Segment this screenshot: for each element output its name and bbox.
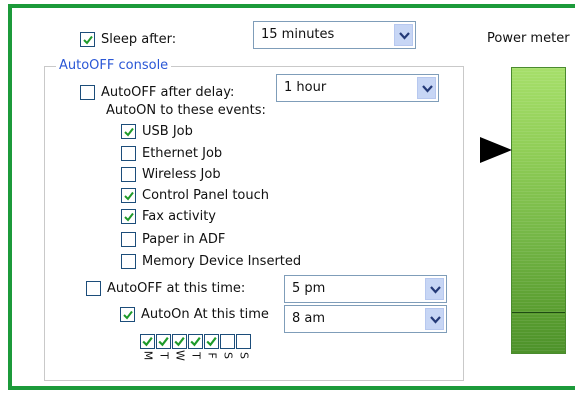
autooff-after-delay-checkbox[interactable] [80, 85, 95, 100]
autooff-at-time-checkbox[interactable] [86, 281, 101, 296]
chevron-down-icon[interactable] [394, 24, 413, 46]
event-paper-in-adf-label: Paper in ADF [142, 232, 226, 247]
event-usb-job-label: USB Job [142, 124, 193, 139]
day-label-saturday: S [221, 352, 235, 359]
sleep-after-select[interactable]: 15 minutes [253, 21, 416, 49]
event-wireless-job-label: Wireless Job [142, 167, 221, 182]
day-label-thursday: T [189, 352, 203, 359]
day-label-monday: M [141, 350, 155, 361]
day-tuesday-checkbox[interactable] [156, 334, 171, 349]
check-icon [158, 337, 169, 347]
day-sunday-checkbox[interactable] [236, 334, 251, 349]
day-thursday-checkbox[interactable] [188, 334, 203, 349]
sleep-after-value: 15 minutes [261, 27, 335, 42]
autooff-at-time-label: AutoOFF at this time: [107, 281, 246, 296]
day-saturday-checkbox[interactable] [220, 334, 235, 349]
day-label-sunday: S [237, 352, 251, 359]
event-memory-device-inserted-checkbox[interactable] [121, 254, 136, 269]
power-meter-bar [511, 67, 566, 354]
autooff-console-legend: AutoOFF console [56, 58, 172, 74]
day-label-friday: F [205, 352, 219, 359]
check-icon [83, 35, 93, 45]
event-control-panel-touch-label: Control Panel touch [142, 188, 270, 203]
check-icon [206, 337, 217, 347]
autooff-after-delay-label: AutoOFF after delay: [101, 85, 235, 100]
sleep-after-checkbox[interactable] [80, 32, 95, 47]
event-usb-job-checkbox[interactable] [121, 124, 136, 139]
autoon-at-time-label: AutoOn At this time [141, 307, 269, 322]
meter-marker-line [512, 312, 565, 313]
day-label-wednesday: W [173, 350, 187, 361]
chevron-down-icon[interactable] [425, 278, 444, 300]
autoon-events-heading: AutoON to these events: [106, 103, 266, 118]
event-fax-activity-checkbox[interactable] [121, 209, 136, 224]
event-control-panel-touch-checkbox[interactable] [121, 188, 136, 203]
check-icon [174, 337, 185, 347]
chevron-down-icon[interactable] [425, 308, 444, 330]
autooff-delay-select[interactable]: 1 hour [276, 74, 439, 102]
day-label-tuesday: T [157, 352, 171, 359]
sleep-after-label: Sleep after: [101, 32, 177, 47]
autoon-time-select[interactable]: 8 am [284, 305, 447, 333]
day-wednesday-checkbox[interactable] [172, 334, 187, 349]
event-ethernet-job-checkbox[interactable] [121, 146, 136, 161]
event-wireless-job-checkbox[interactable] [121, 167, 136, 182]
autooff-delay-value: 1 hour [284, 80, 327, 95]
event-paper-in-adf-checkbox[interactable] [121, 232, 136, 247]
check-icon [123, 310, 133, 320]
check-icon [190, 337, 201, 347]
autoon-at-time-checkbox[interactable] [120, 307, 135, 322]
event-memory-device-inserted-label: Memory Device Inserted [142, 254, 302, 269]
check-icon [124, 191, 134, 201]
check-icon [142, 337, 153, 347]
autoon-time-value: 8 am [292, 311, 326, 326]
autooff-time-select[interactable]: 5 pm [284, 275, 447, 303]
chevron-down-icon[interactable] [417, 77, 436, 99]
event-fax-activity-label: Fax activity [142, 209, 216, 224]
day-friday-checkbox[interactable] [204, 334, 219, 349]
autooff-time-value: 5 pm [292, 281, 326, 296]
day-monday-checkbox[interactable] [140, 334, 155, 349]
power-meter-label: Power meter [487, 31, 570, 46]
check-icon [124, 127, 134, 137]
event-ethernet-job-label: Ethernet Job [142, 146, 223, 161]
check-icon [124, 212, 134, 222]
power-level-pointer-icon [480, 137, 512, 163]
